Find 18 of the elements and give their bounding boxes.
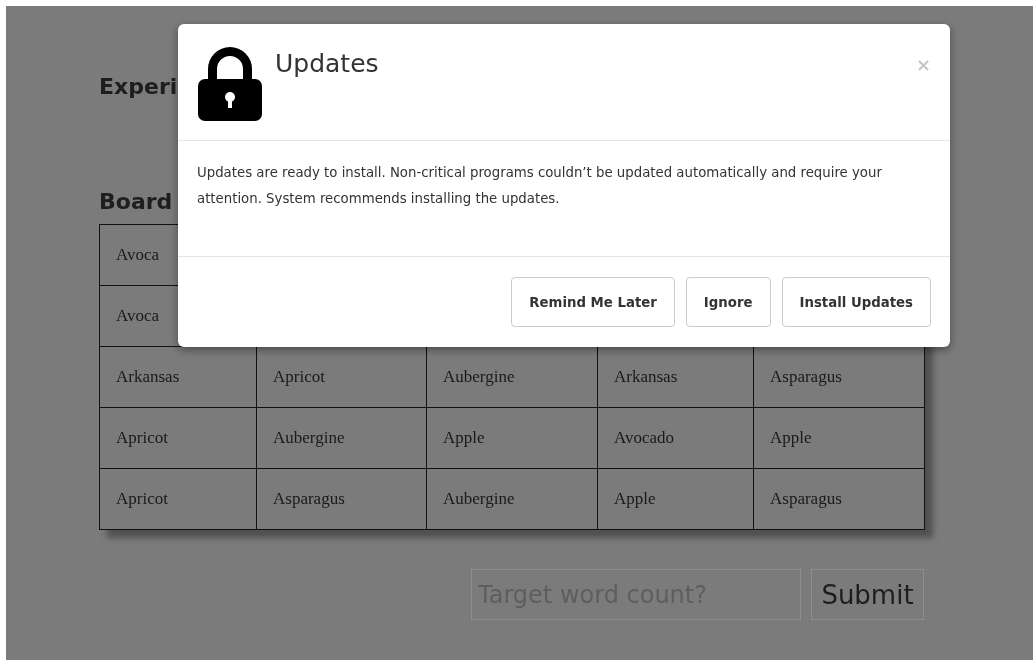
board-cell: Apple — [753, 407, 925, 469]
page-heading: Experi — [99, 73, 178, 101]
board-cell: Apple — [597, 468, 754, 530]
submit-button[interactable]: Submit — [811, 569, 924, 620]
board-cell: Aubergine — [256, 407, 427, 469]
board-cell: Avocado — [597, 407, 754, 469]
board-cell: Apple — [426, 407, 598, 469]
dialog-message: Updates are ready to install. Non-critical programs couldn’t be updated automatically and require your attention. System recommends installing the updates. — [178, 141, 950, 257]
dialog-button[interactable]: Ignore — [685, 277, 771, 327]
board-cell: Aubergine — [426, 468, 598, 530]
dialog-title: Updates — [275, 49, 379, 80]
board-cell: Asparagus — [256, 468, 427, 530]
board-cell: Asparagus — [753, 468, 925, 530]
board-heading: Board — [99, 188, 173, 216]
board-cell: Apricot — [99, 407, 257, 469]
board-cell: Apricot — [99, 468, 257, 530]
dialog-button[interactable]: Remind Me Later — [511, 277, 675, 327]
dialog-button[interactable]: Install Updates — [781, 277, 931, 327]
